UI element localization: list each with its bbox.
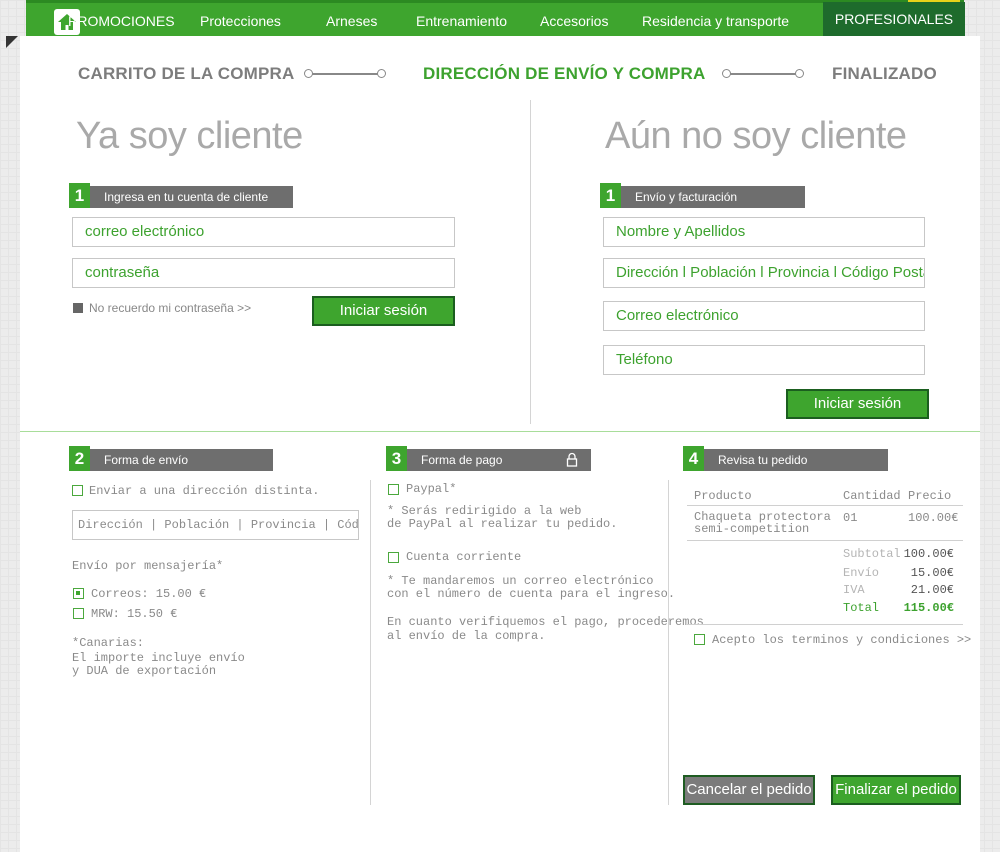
forgot-password-link[interactable]: No recuerdo mi contraseña >>	[89, 301, 251, 315]
cancel-order-button[interactable]: Cancelar el pedido	[683, 775, 815, 805]
email-field-new[interactable]: Correo electrónico	[603, 301, 925, 331]
total-value: 115.00€	[903, 601, 954, 615]
paypal-checkbox[interactable]	[388, 484, 399, 495]
address-field[interactable]: Dirección l Población l Provincia l Códi…	[603, 258, 925, 288]
correos-radio[interactable]	[73, 588, 84, 599]
total-label: Total	[843, 601, 880, 615]
nav-item-profesionales[interactable]: PROFESIONALES	[823, 2, 965, 36]
section-number: 1	[600, 183, 621, 208]
alt-address-label: Enviar a una dirección distinta.	[89, 484, 320, 498]
login-button[interactable]: Iniciar sesión	[312, 296, 455, 326]
shipping-section-header: 2 Forma de envío	[69, 446, 273, 471]
verify-note: En cuanto verifiquemos el pago, proceder…	[387, 615, 704, 629]
nav-item-residencia[interactable]: Residencia y transporte	[642, 13, 789, 29]
shipping-value: 15.00€	[910, 566, 954, 580]
verify-note: al envío de la compra.	[387, 629, 546, 643]
item-price: 100.00€	[908, 511, 959, 525]
finish-order-button[interactable]: Finalizar el pedido	[831, 775, 961, 805]
account-checkbox[interactable]	[388, 552, 399, 563]
paypal-note: de PayPal al realizar tu pedido.	[387, 517, 618, 531]
table-rule	[687, 505, 963, 506]
col-header-price: Precio	[908, 489, 952, 503]
item-name: Chaqueta protectora semi-competition	[694, 511, 831, 535]
section-label: Forma de pago	[421, 453, 503, 467]
section-number: 3	[386, 446, 407, 471]
terms-checkbox[interactable]	[694, 634, 705, 645]
new-customer-title: Aún no soy cliente	[605, 115, 907, 157]
canarias-note: *Canarias:	[72, 636, 145, 650]
canarias-note: y DUA de exportación	[72, 664, 217, 678]
bullet-icon	[73, 303, 83, 313]
terms-link[interactable]: Acepto los terminos y condiciones >>	[712, 634, 971, 647]
column-divider	[530, 100, 531, 424]
section-number: 1	[69, 183, 90, 208]
tax-label: IVA	[843, 583, 865, 597]
table-rule	[687, 624, 963, 625]
mrw-label: MRW: 15.50 €	[91, 607, 178, 621]
col-header-product: Producto	[694, 489, 752, 503]
section-number: 2	[69, 446, 90, 471]
register-login-button[interactable]: Iniciar sesión	[786, 389, 929, 419]
checkout-panel	[20, 36, 980, 852]
nav-item-arneses[interactable]: Arneses	[326, 13, 377, 29]
section-label: Forma de envío	[104, 453, 189, 467]
section-label: Ingresa en tu cuenta de cliente	[104, 190, 269, 204]
correos-label: Correos: 15.00 €	[91, 587, 207, 601]
alt-address-field[interactable]: Dirección | Población | Provincia | Códi…	[72, 510, 359, 540]
step-connector	[722, 69, 804, 79]
name-field[interactable]: Nombre y Apellidos	[603, 217, 925, 247]
step-connector	[304, 69, 386, 79]
item-name-line: semi-competition	[694, 522, 810, 536]
corner-decoration	[6, 36, 18, 48]
alt-address-checkbox[interactable]	[72, 485, 83, 496]
shipping-label: Envío	[843, 566, 880, 580]
table-rule	[687, 540, 963, 541]
section-number: 4	[683, 446, 704, 471]
email-field[interactable]: correo electrónico	[72, 217, 455, 247]
column-divider	[668, 480, 669, 805]
phone-field[interactable]: Teléfono	[603, 345, 925, 375]
col-header-qty: Cantidad	[843, 489, 901, 503]
login-section-header: 1 Ingresa en tu cuenta de cliente	[69, 183, 293, 208]
review-section-header: 4 Revisa tu pedido	[683, 446, 888, 471]
step-cart: CARRITO DE LA COMPRA	[78, 64, 295, 83]
nav-item-entrenamiento[interactable]: Entrenamiento	[416, 13, 507, 29]
step-done: FINALIZADO	[832, 64, 937, 83]
nav-item-protecciones[interactable]: Protecciones	[200, 13, 281, 29]
section-label: Envío y facturación	[635, 190, 738, 204]
courier-label: Envío por mensajería*	[72, 559, 224, 573]
payment-section-header: 3 Forma de pago	[386, 446, 591, 474]
password-field[interactable]: contraseña	[72, 258, 455, 288]
nav-item-promociones[interactable]: PROMOCIONES	[68, 13, 175, 29]
paypal-label: Paypal*	[406, 482, 457, 496]
tax-value: 21.00€	[910, 583, 954, 597]
column-divider	[370, 480, 371, 805]
section-divider	[20, 431, 980, 432]
existing-customer-title: Ya soy cliente	[76, 115, 303, 157]
billing-section-header: 1 Envío y facturación	[600, 183, 805, 208]
step-shipping: DIRECCIÓN DE ENVÍO Y COMPRA	[423, 64, 706, 83]
section-label: Revisa tu pedido	[718, 453, 808, 467]
account-label: Cuenta corriente	[406, 550, 522, 564]
subtotal-value: 100.00€	[903, 547, 954, 561]
nav-item-accesorios[interactable]: Accesorios	[540, 13, 608, 29]
item-qty: 01	[843, 511, 858, 525]
account-note: con el número de cuenta para el ingreso.	[387, 587, 676, 601]
lock-icon	[566, 452, 578, 474]
mrw-radio[interactable]	[73, 608, 84, 619]
